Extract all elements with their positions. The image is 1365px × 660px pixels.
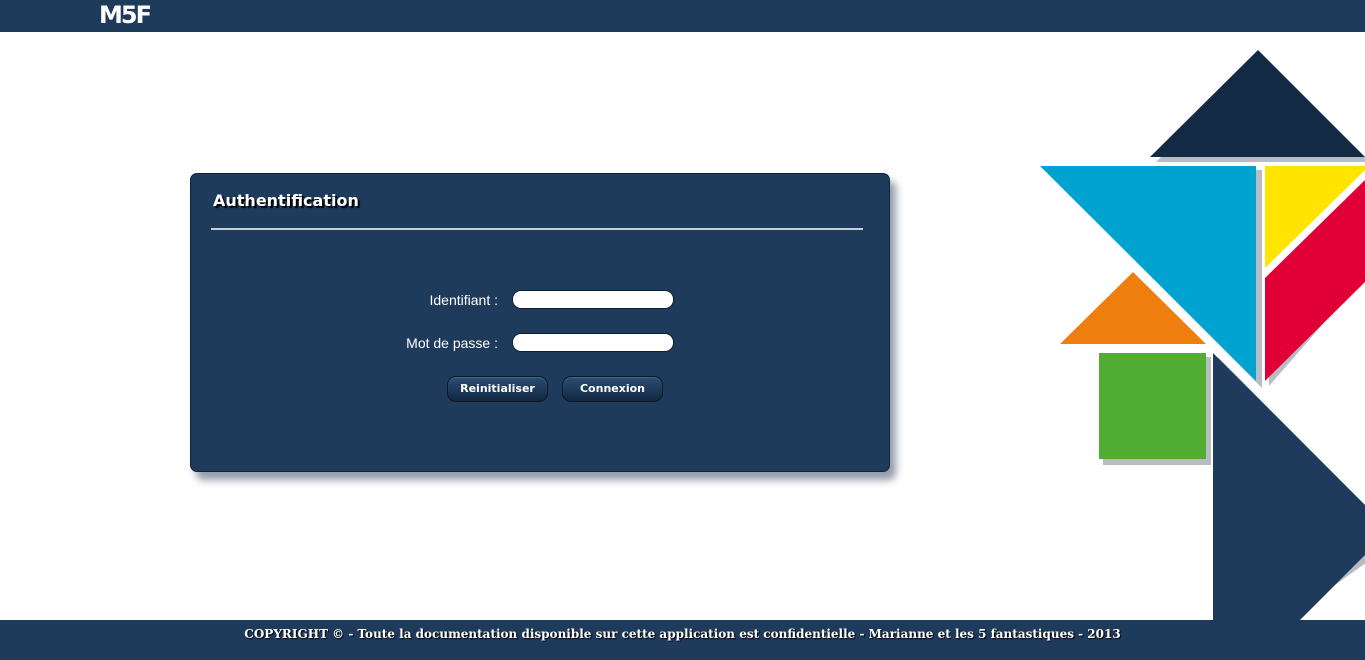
reset-button[interactable]: Reinitialiser [447, 376, 548, 402]
login-button[interactable]: Connexion [562, 376, 663, 402]
login-panel: Authentification Identifiant : Mot de pa… [190, 173, 890, 472]
username-label: Identifiant : [429, 292, 499, 308]
tangram-illustration [1040, 50, 1365, 620]
tangram-navy-triangle [1150, 50, 1365, 157]
panel-title: Authentification [213, 191, 359, 210]
title-divider [211, 228, 863, 230]
m5f-logo: M5F [99, 1, 152, 29]
password-input[interactable] [512, 333, 674, 352]
copyright-text: COPYRIGHT © - Toute la documentation dis… [244, 627, 1121, 641]
footer-bar: COPYRIGHT © - Toute la documentation dis… [0, 620, 1365, 660]
username-input[interactable] [512, 290, 674, 309]
password-label: Mot de passe : [406, 335, 498, 351]
top-bar: M5F [0, 0, 1365, 32]
tangram-green-square [1099, 353, 1206, 459]
tangram-blue-piece [1213, 353, 1365, 620]
